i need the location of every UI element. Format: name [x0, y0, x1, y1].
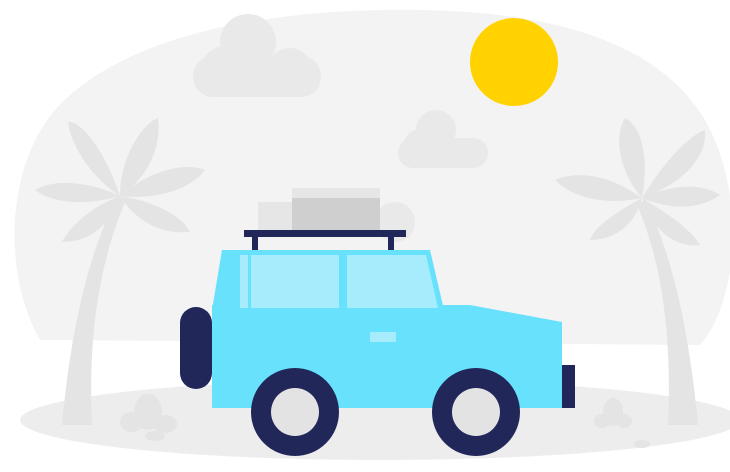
rear-wheel [251, 368, 339, 456]
road-trip-illustration [14, 9, 730, 460]
sun [470, 18, 558, 106]
luggage-box-top [292, 188, 380, 198]
door-handle [370, 332, 396, 342]
front-wheel [432, 368, 520, 456]
front-bumper [562, 365, 575, 408]
middle-window [251, 255, 339, 308]
rear-window [240, 255, 248, 308]
spare-tire [180, 307, 212, 389]
front-window [347, 255, 438, 308]
